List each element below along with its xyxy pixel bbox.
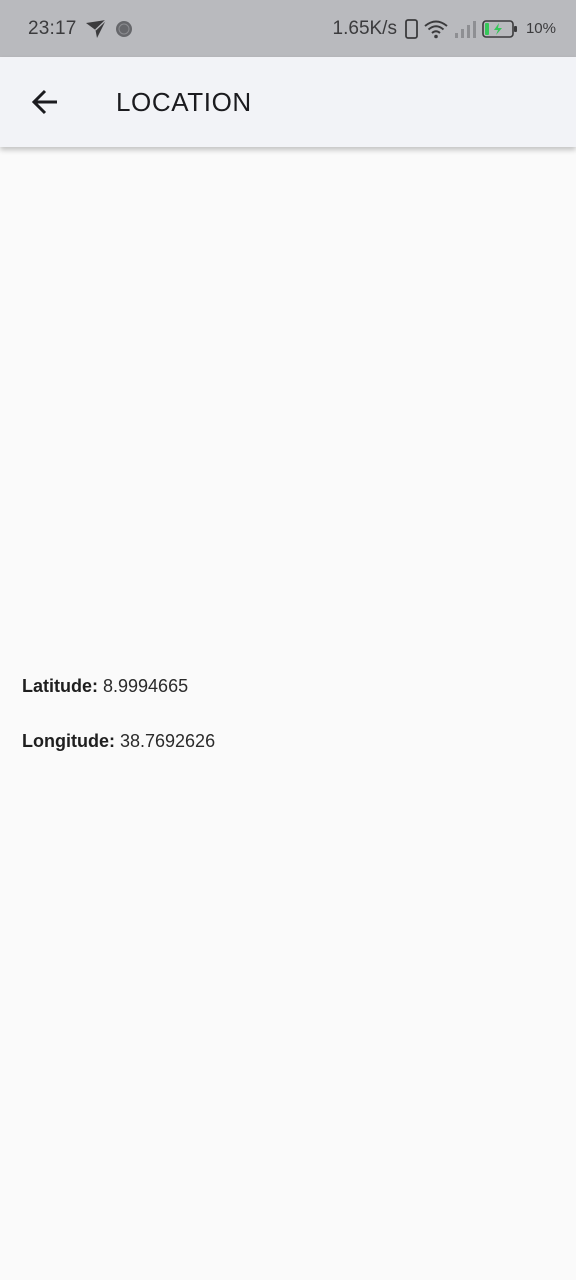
latitude-row: Latitude: 8.9994665 bbox=[22, 676, 188, 697]
phone-outline-icon bbox=[405, 18, 418, 39]
back-button[interactable] bbox=[22, 79, 68, 125]
location-content: Latitude: 8.9994665 Longitude: 38.769262… bbox=[0, 147, 576, 1280]
navigation-arrow-icon bbox=[85, 18, 107, 39]
signal-icon bbox=[454, 19, 476, 39]
page-title: LOCATION bbox=[116, 87, 252, 117]
wifi-icon bbox=[424, 19, 448, 39]
status-bar-left: 23:17 bbox=[28, 0, 133, 57]
status-time: 23:17 bbox=[28, 17, 77, 39]
latitude-value: 8.9994665 bbox=[103, 676, 189, 696]
longitude-value: 38.7692626 bbox=[119, 731, 216, 751]
status-bar: 23:17 1.65K/s 10% bbox=[0, 0, 576, 57]
battery-percent: 10% bbox=[525, 20, 556, 37]
longitude-label: Longitude: bbox=[22, 731, 120, 751]
dot-icon bbox=[115, 20, 133, 38]
arrow-left-icon bbox=[31, 88, 59, 116]
app-bar: LOCATION bbox=[0, 57, 576, 147]
longitude-row: Longitude: 38.7692626 bbox=[22, 731, 215, 752]
battery-charging-icon bbox=[482, 19, 518, 38]
latitude-label: Latitude: bbox=[22, 676, 103, 696]
network-speed: 1.65K/s bbox=[332, 17, 397, 39]
status-bar-right: 1.65K/s 10% bbox=[333, 0, 556, 57]
